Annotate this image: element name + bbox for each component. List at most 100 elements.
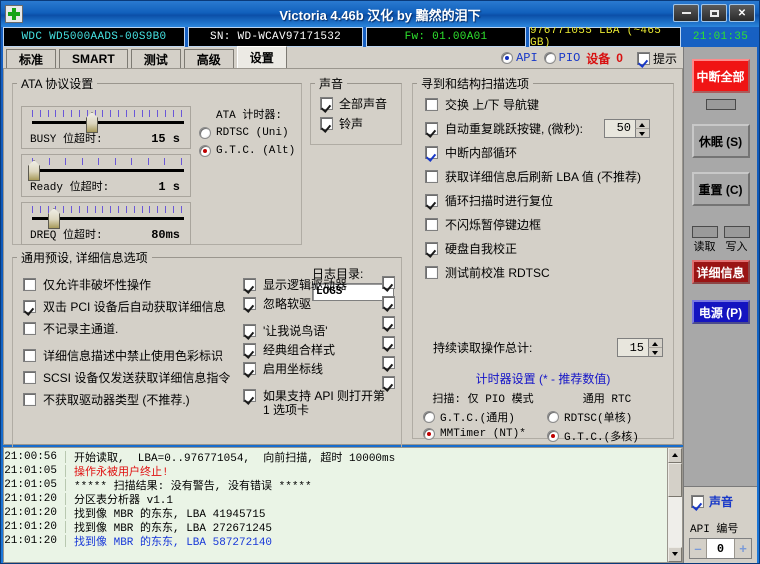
checkbox-indicator: [23, 322, 36, 335]
console-scrollbar[interactable]: [667, 448, 682, 562]
details-button[interactable]: 详细信息: [691, 260, 750, 284]
close-button[interactable]: ✕: [729, 4, 755, 22]
spinner-down-icon[interactable]: [635, 128, 649, 137]
read-indicator: 读取: [691, 226, 718, 254]
tab-advanced[interactable]: 高级: [183, 49, 234, 68]
marker-checkbox[interactable]: [382, 296, 395, 309]
api-plus-button[interactable]: +: [734, 539, 751, 558]
ata-timer-rdtsc-radio[interactable]: RDTSC (Uni): [199, 127, 299, 139]
timer-pio-gtc-radio[interactable]: G.T.C.(通用): [423, 409, 543, 425]
checkbox-indicator: [636, 51, 650, 65]
scan-option-disk-self-correct[interactable]: 硬盘自我校正: [425, 236, 673, 260]
option-classic-combo-style[interactable]: 经典组合样式: [243, 343, 395, 361]
spinner-up-icon[interactable]: [648, 339, 662, 348]
right-marker-checkboxes: [382, 276, 395, 396]
spinner-down-icon[interactable]: [648, 348, 662, 356]
marker-checkbox[interactable]: [382, 376, 395, 389]
option-no-drive-type[interactable]: 不获取驱动器类型 (不推荐.): [23, 393, 241, 411]
marker-checkbox[interactable]: [382, 316, 395, 329]
sleep-button[interactable]: 休眠 (S): [691, 124, 750, 158]
scan-option-break-inner-loop[interactable]: 中断内部循环: [425, 140, 673, 164]
timer-rtc-gtc-radio[interactable]: G.T.C.(多核): [547, 428, 667, 444]
dreq-timeout-slider[interactable]: DREQ 位超时: 80ms: [21, 202, 191, 245]
ata-protocol-legend: ATA 协议设置: [21, 77, 94, 91]
option-scsi-details-only[interactable]: SCSI 设备仅发送获取详细信息指令: [23, 371, 241, 389]
option-nondestructive-only[interactable]: 仅允许非破坏性操作: [23, 278, 241, 296]
bell-sound-label: 铃声: [339, 117, 364, 131]
drive-capacity: 976771055 LBA (~465 GB): [529, 25, 681, 49]
busy-timeout-slider[interactable]: BUSY 位超时: 15 s: [21, 106, 191, 149]
scan-option-no-blink-pause[interactable]: 不闪烁暂停键边框: [425, 212, 673, 236]
ready-timeout-slider[interactable]: Ready 位超时: 1 s: [21, 154, 191, 197]
option-no-color-in-details[interactable]: 详细信息描述中禁止使用色彩标识: [23, 349, 241, 367]
minimize-button[interactable]: [673, 4, 699, 22]
reset-button[interactable]: 重置 (C): [691, 172, 750, 206]
maximize-button[interactable]: [701, 4, 727, 22]
spinner-arrows[interactable]: [648, 339, 662, 356]
clock: 21:01:35: [692, 31, 749, 43]
all-sounds-checkbox[interactable]: 全部声音: [320, 95, 401, 112]
timer-rtc-rdtsc-radio[interactable]: RDTSC(单核): [547, 409, 667, 425]
tab-label: 高级: [196, 52, 221, 67]
spinner-arrows[interactable]: [635, 119, 649, 137]
marker-checkbox[interactable]: [382, 336, 395, 349]
title-bar[interactable]: Victoria 4.46b 汉化 by 黯然的泪下 ✕: [1, 1, 759, 27]
option-enable-grid-lines[interactable]: 启用坐标线: [243, 362, 395, 380]
scrollbar-thumb[interactable]: [668, 463, 682, 497]
close-icon: ✕: [737, 7, 747, 19]
power-button[interactable]: 电源 (P): [691, 300, 750, 324]
dreq-timeout-label: DREQ 位超时:: [30, 230, 103, 242]
log-message: 找到像 MBR 的东东, LBA 587272140: [74, 537, 273, 549]
log-time: 21:01:05: [4, 465, 66, 477]
api-number-stepper[interactable]: – 0 +: [689, 538, 752, 559]
option-let-me-speak-bird[interactable]: '让我说鸟语': [243, 324, 395, 342]
pio-radio[interactable]: PIO: [543, 51, 580, 65]
log-row: 21:01:20 分区表分析器 v1.1: [4, 492, 667, 507]
hint-checkbox[interactable]: 提示: [636, 50, 677, 67]
option-label: 双击 PCI 设备后自动获取详细信息: [43, 300, 226, 314]
checkbox-indicator: [23, 349, 36, 362]
spinner-up-icon[interactable]: [635, 119, 649, 129]
option-label: SCSI 设备仅发送获取详细信息指令: [43, 371, 231, 385]
api-minus-button[interactable]: –: [690, 539, 707, 558]
log-time: 21:01:05: [4, 479, 66, 491]
tab-strip-right: API PIO 设备 0 提示: [501, 47, 683, 69]
scan-option-label: 硬盘自我校正: [445, 241, 518, 256]
tab-smart[interactable]: SMART: [59, 49, 128, 68]
break-all-button[interactable]: 中断全部: [691, 59, 750, 93]
option-pci-autodetails[interactable]: 双击 PCI 设备后自动获取详细信息: [23, 300, 241, 318]
marker-checkbox[interactable]: [382, 276, 395, 289]
tab-test[interactable]: 测试: [130, 49, 181, 68]
autorepeat-spinner[interactable]: 50: [604, 118, 650, 138]
tab-settings[interactable]: 设置: [236, 46, 287, 68]
bell-sound-checkbox[interactable]: 铃声: [320, 115, 401, 132]
scan-option-reset-on-loop[interactable]: 循环扫描时进行复位: [425, 188, 673, 212]
main-column: 标准 SMART 测试 高级 设置 API PIO 设备 0 提示 ATA 协议…: [3, 46, 683, 563]
scan-option-calibrate-rdtsc[interactable]: 测试前校准 RDTSC: [425, 260, 673, 284]
scroll-down-icon[interactable]: [668, 547, 682, 562]
tab-standard[interactable]: 标准: [6, 49, 57, 68]
scrollbar-track[interactable]: [668, 463, 682, 547]
maximize-icon: [709, 9, 719, 17]
scan-option-refresh-lba[interactable]: 获取详细信息后刷新 LBA 值 (不推荐): [425, 164, 673, 188]
sound-checkbox[interactable]: 声音: [691, 493, 757, 510]
slider-ticks: [32, 158, 182, 165]
log-time: 21:01:20: [4, 507, 66, 519]
option-no-log-primary-channel[interactable]: 不记录主通道.: [23, 322, 241, 340]
scroll-up-icon[interactable]: [668, 448, 682, 463]
scan-option-autorepeat-jump[interactable]: 自动重复跳跃按键, (微秒): 50: [425, 116, 673, 140]
device-label: 设备: [586, 51, 611, 66]
radio-indicator: [547, 430, 559, 442]
option-open-tab1-if-api[interactable]: 如果支持 API 则打开第 1 选项卡: [243, 389, 395, 417]
option-ignore-floppy[interactable]: 忽略软驱: [243, 297, 395, 315]
ata-timer-gtc-radio[interactable]: G.T.C. (Alt): [199, 145, 299, 157]
api-radio[interactable]: API: [501, 51, 538, 65]
option-show-logical-drives[interactable]: 显示逻辑驱动器: [243, 278, 395, 296]
read-led: [691, 226, 718, 238]
scan-option-swap-nav-keys[interactable]: 交换 上/下 导航键: [425, 92, 673, 116]
persist-read-spinner[interactable]: 15: [617, 338, 663, 357]
marker-checkbox[interactable]: [382, 356, 395, 369]
timer-pio-mmtimer-radio[interactable]: MMTimer (NT)*: [423, 428, 543, 440]
log-time: 21:01:20: [4, 493, 66, 505]
write-led: [723, 226, 750, 238]
